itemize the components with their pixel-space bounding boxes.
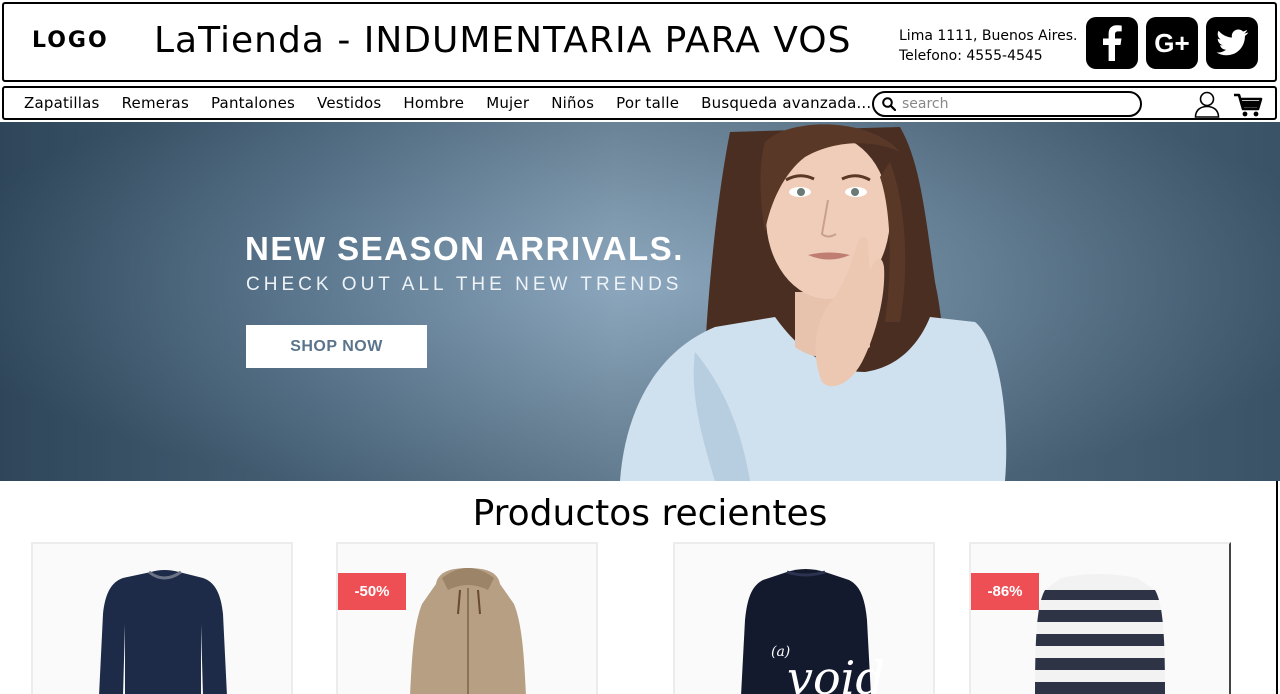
google-plus-glyph: G+ bbox=[1154, 27, 1190, 58]
page-border bbox=[1276, 481, 1278, 694]
twitter-icon[interactable] bbox=[1206, 17, 1258, 69]
product-image-navy-sweater bbox=[99, 570, 227, 694]
nav-item-pantalones[interactable]: Pantalones bbox=[211, 94, 295, 112]
discount-badge: -50% bbox=[338, 573, 406, 610]
hero-title: NEW SEASON ARRIVALS. bbox=[245, 230, 684, 267]
hero-banner: NEW SEASON ARRIVALS. CHECK OUT ALL THE N… bbox=[0, 122, 1280, 481]
hero-subtitle: CHECK OUT ALL THE NEW TRENDS bbox=[246, 274, 683, 295]
facebook-icon[interactable] bbox=[1086, 17, 1138, 69]
discount-badge: -86% bbox=[971, 573, 1039, 610]
address-text: Lima 1111, Buenos Aires. bbox=[899, 28, 1078, 44]
site-header: LOGO LaTienda - INDUMENTARIA PARA VOS Li… bbox=[2, 2, 1277, 82]
nav-item-ninos[interactable]: Niños bbox=[551, 94, 594, 112]
logo[interactable]: LOGO bbox=[32, 28, 109, 53]
product-image-beige-jacket bbox=[410, 568, 526, 694]
main-navbar: Zapatillas Remeras Pantalones Vestidos H… bbox=[2, 86, 1277, 120]
cart-icon[interactable] bbox=[1233, 92, 1263, 118]
nav-menu: Zapatillas Remeras Pantalones Vestidos H… bbox=[24, 88, 893, 118]
svg-text:void: void bbox=[787, 651, 885, 694]
google-plus-icon[interactable]: G+ bbox=[1146, 17, 1198, 69]
hero-model-image bbox=[620, 124, 1007, 481]
shop-now-button[interactable]: SHOP NOW bbox=[246, 325, 427, 368]
product-card[interactable] bbox=[31, 542, 293, 694]
user-icon[interactable] bbox=[1193, 90, 1221, 118]
product-image-graphic-sweatshirt: (a) void bbox=[741, 569, 885, 694]
search-input[interactable] bbox=[902, 96, 1122, 112]
nav-item-vestidos[interactable]: Vestidos bbox=[317, 94, 381, 112]
phone-text: Telefono: 4555-4545 bbox=[899, 48, 1043, 64]
site-title: LaTienda - INDUMENTARIA PARA VOS bbox=[154, 20, 852, 61]
search-box bbox=[872, 91, 1142, 117]
nav-item-hombre[interactable]: Hombre bbox=[403, 94, 464, 112]
recent-products-title: Productos recientes bbox=[472, 493, 828, 534]
nav-item-remeras[interactable]: Remeras bbox=[122, 94, 189, 112]
product-card[interactable]: -86% bbox=[969, 542, 1231, 694]
nav-item-por-talle[interactable]: Por talle bbox=[616, 94, 679, 112]
product-image-striped-sweater bbox=[1035, 574, 1165, 694]
nav-item-busqueda-avanzada[interactable]: Busqueda avanzada... bbox=[701, 94, 871, 112]
contact-info: Lima 1111, Buenos Aires. Telefono: 4555-… bbox=[899, 26, 1077, 66]
product-card[interactable]: -50% bbox=[336, 542, 598, 694]
nav-item-mujer[interactable]: Mujer bbox=[486, 94, 529, 112]
search-icon[interactable] bbox=[882, 97, 896, 111]
nav-item-zapatillas[interactable]: Zapatillas bbox=[24, 94, 100, 112]
product-card[interactable]: (a) void bbox=[673, 542, 935, 694]
